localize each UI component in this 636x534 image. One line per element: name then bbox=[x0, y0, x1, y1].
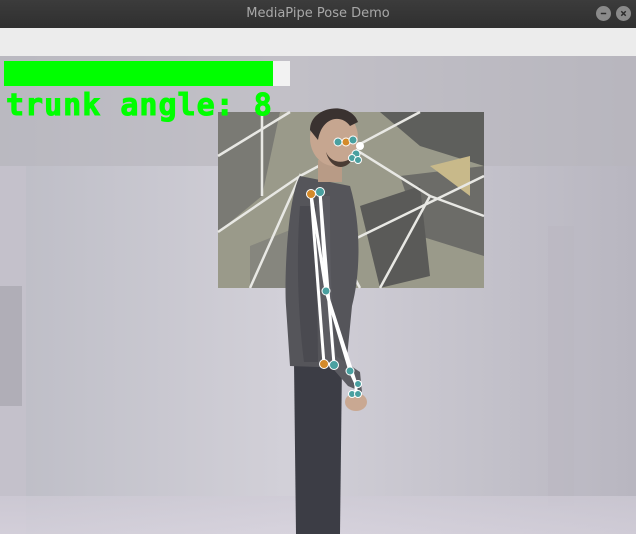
minimize-icon bbox=[600, 12, 607, 15]
trunk-angle-label: trunk angle: 8 bbox=[6, 88, 273, 124]
camera-frame bbox=[0, 56, 636, 534]
close-button[interactable] bbox=[616, 6, 631, 21]
right-door-frame bbox=[548, 226, 574, 506]
window-title: MediaPipe Pose Demo bbox=[246, 6, 390, 21]
trunk-angle-bar bbox=[4, 61, 290, 86]
close-icon bbox=[620, 10, 627, 17]
app-window: MediaPipe Pose Demo trunk angle: 8 bbox=[0, 0, 636, 534]
trunk-angle-bar-fill bbox=[4, 61, 273, 86]
radiator bbox=[0, 286, 22, 406]
title-bar[interactable]: MediaPipe Pose Demo bbox=[0, 0, 636, 28]
minimize-button[interactable] bbox=[596, 6, 611, 21]
toolbar bbox=[0, 28, 636, 56]
camera-image bbox=[0, 56, 636, 534]
